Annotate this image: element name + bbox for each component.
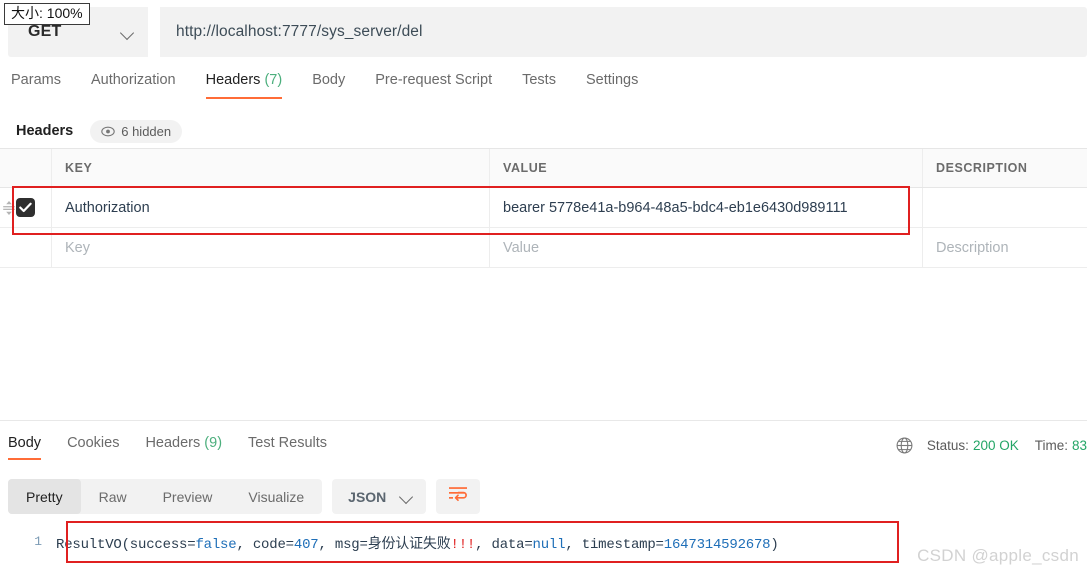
placeholder-value-text: Value	[503, 239, 540, 256]
view-mode-visualize[interactable]: Visualize	[230, 479, 322, 514]
tab-pre-request-script[interactable]: Pre-request Script	[375, 72, 492, 99]
view-mode-raw[interactable]: Raw	[81, 479, 145, 514]
tab-headers-count: (7)	[264, 72, 283, 88]
zoom-level-overlay: 大小: 100%	[4, 3, 90, 25]
code-mid2: , msg=身份认证失败	[318, 537, 451, 553]
response-format-label: JSON	[348, 488, 387, 505]
wrap-lines-button[interactable]	[436, 479, 481, 514]
status-label: Status:	[926, 438, 969, 453]
row-value-cell[interactable]: bearer 5778e41a-b964-48a5-bdc4-eb1e6430d…	[490, 188, 923, 227]
tab-authorization[interactable]: Authorization	[91, 72, 176, 99]
response-tab-body[interactable]: Body	[8, 435, 42, 460]
code-false-keyword: false	[195, 537, 237, 553]
placeholder-checkbox-cell	[0, 228, 52, 267]
tab-tests[interactable]: Tests	[522, 72, 556, 99]
tab-tests-label: Tests	[522, 72, 556, 88]
tab-body[interactable]: Body	[312, 72, 345, 99]
response-tab-test-results-label: Test Results	[248, 435, 328, 451]
code-null-keyword: null	[532, 537, 566, 553]
chevron-down-icon	[121, 26, 134, 39]
headers-subheader: Headers 6 hidden	[0, 114, 1087, 148]
code-exclamations: !!!	[450, 537, 476, 553]
chevron-down-icon	[400, 490, 413, 503]
response-tab-cookies[interactable]: Cookies	[67, 435, 119, 460]
tab-params-label: Params	[11, 72, 61, 88]
response-tab-body-label: Body	[8, 435, 42, 451]
view-mode-preview[interactable]: Preview	[145, 479, 231, 514]
response-body-line[interactable]: ResultVO(success=false, code=407, msg=身份…	[56, 524, 779, 566]
row-enabled-checkbox[interactable]	[16, 198, 35, 217]
view-mode-pretty[interactable]: Pretty	[8, 479, 81, 514]
globe-icon[interactable]	[896, 437, 913, 454]
view-mode-pretty-label: Pretty	[26, 488, 63, 505]
view-mode-visualize-label: Visualize	[248, 488, 305, 505]
header-cell-description: DESCRIPTION	[923, 149, 1087, 187]
response-format-select[interactable]: JSON	[332, 479, 427, 514]
response-body-toolbar: Pretty Raw Preview Visualize JSON	[8, 479, 481, 514]
placeholder-key-text: Key	[65, 239, 90, 256]
code-mid3: , data=	[475, 537, 533, 553]
hidden-headers-toggle[interactable]: 6 hidden	[90, 119, 183, 143]
tab-authorization-label: Authorization	[90, 72, 176, 88]
request-tabs: Params Authorization Headers (7) Body Pr…	[0, 72, 1087, 108]
drag-handle-icon[interactable]	[2, 200, 16, 216]
code-timestamp: 1647314592678	[663, 537, 771, 553]
header-cell-key: KEY	[52, 149, 490, 187]
placeholder-key-cell[interactable]: Key	[52, 228, 490, 267]
headers-section-title: Headers	[16, 123, 74, 139]
tab-headers[interactable]: Headers (7)	[205, 72, 283, 99]
url-input[interactable]: http://localhost:7777/sys_server/del	[160, 7, 1087, 57]
placeholder-description-text: Description	[936, 239, 1009, 256]
row-key-cell[interactable]: Authorization	[52, 188, 490, 227]
response-tab-cookies-label: Cookies	[67, 435, 120, 451]
response-tab-test-results[interactable]: Test Results	[248, 435, 327, 460]
table-row[interactable]: Authorization bearer 5778e41a-b964-48a5-…	[0, 188, 1087, 228]
response-tab-headers-label: Headers	[145, 435, 201, 451]
eye-icon	[101, 126, 115, 137]
row-checkbox-cell	[0, 188, 52, 227]
header-cell-value: VALUE	[490, 149, 923, 187]
wrap-lines-icon	[448, 486, 468, 508]
column-header-key: KEY	[65, 161, 93, 175]
headers-table: KEY VALUE DESCRIPTION Authorization bear…	[0, 148, 1087, 268]
view-mode-preview-label: Preview	[162, 488, 213, 505]
table-row-placeholder[interactable]: Key Value Description	[0, 228, 1087, 268]
code-status-code: 407	[293, 537, 319, 553]
status-value: 200 OK	[972, 438, 1019, 453]
tab-headers-label: Headers	[205, 72, 261, 88]
response-tab-headers-count: (9)	[204, 435, 223, 451]
postman-window: GET http://localhost:7777/sys_server/del…	[0, 0, 1087, 578]
view-mode-raw-label: Raw	[98, 488, 127, 505]
request-url-bar: GET http://localhost:7777/sys_server/del	[8, 7, 1087, 57]
row-description-cell[interactable]	[923, 188, 1087, 227]
header-cell-checkbox	[0, 149, 52, 187]
code-suffix: )	[770, 537, 779, 553]
hidden-headers-label: 6 hidden	[121, 123, 172, 139]
tab-settings-label: Settings	[585, 72, 639, 88]
tab-pre-request-script-label: Pre-request Script	[375, 72, 493, 88]
row-key-value: Authorization	[65, 199, 150, 216]
url-input-value: http://localhost:7777/sys_server/del	[176, 23, 423, 40]
view-mode-group: Pretty Raw Preview Visualize	[8, 479, 323, 514]
placeholder-description-cell[interactable]: Description	[923, 228, 1087, 267]
table-header-row: KEY VALUE DESCRIPTION	[0, 148, 1087, 188]
tab-params[interactable]: Params	[11, 72, 61, 99]
line-number: 1	[34, 534, 42, 549]
row-value-value: bearer 5778e41a-b964-48a5-bdc4-eb1e6430d…	[503, 199, 848, 216]
response-tab-headers[interactable]: Headers (9)	[145, 435, 222, 460]
tab-settings[interactable]: Settings	[586, 72, 638, 99]
column-header-value: VALUE	[503, 161, 548, 175]
code-mid4: , timestamp=	[565, 537, 664, 553]
code-prefix: ResultVO(success=	[56, 537, 196, 553]
time-value: 83	[1071, 438, 1087, 453]
panel-divider[interactable]	[0, 420, 1087, 421]
column-header-description: DESCRIPTION	[936, 161, 1028, 175]
time-label: Time:	[1034, 438, 1068, 453]
http-method-label: GET	[28, 23, 62, 40]
code-mid1: , code=	[236, 537, 294, 553]
watermark: CSDN @apple_csdn	[917, 546, 1079, 565]
placeholder-value-cell[interactable]: Value	[490, 228, 923, 267]
tab-body-label: Body	[312, 72, 346, 88]
response-meta: Status: 200 OK Time: 83	[896, 437, 1087, 454]
